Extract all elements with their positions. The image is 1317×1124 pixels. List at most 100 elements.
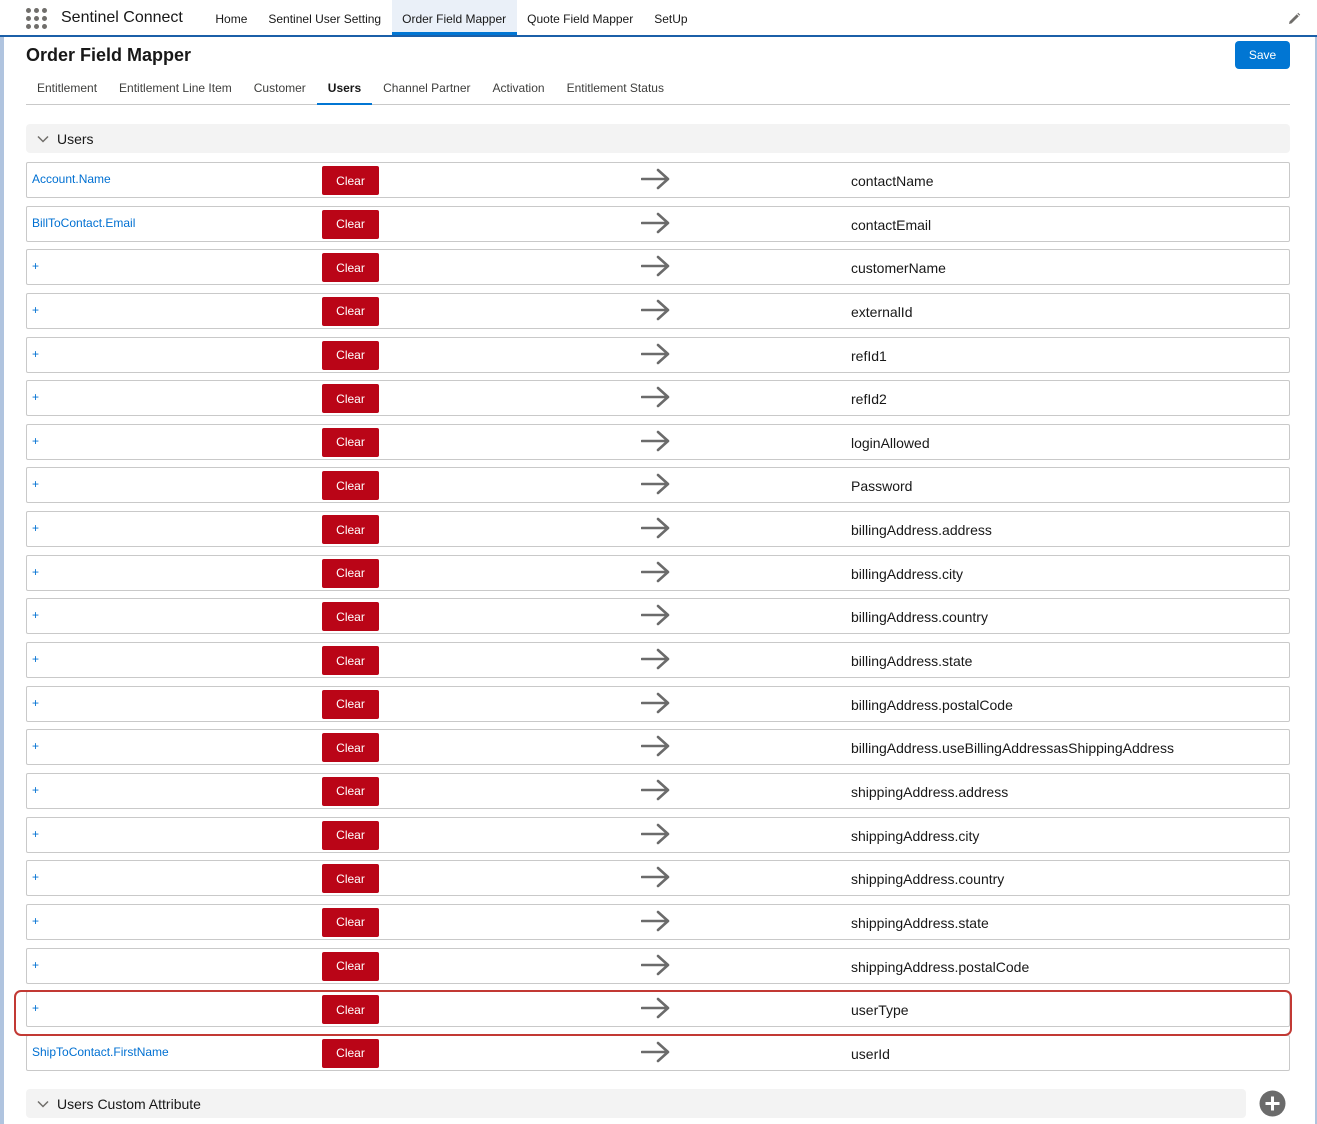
- clear-button[interactable]: Clear: [322, 864, 379, 894]
- source-field-link[interactable]: +: [32, 477, 39, 491]
- clear-button[interactable]: Clear: [322, 558, 379, 588]
- arrow-right-icon: [641, 212, 670, 233]
- arrow-right-icon: [641, 517, 670, 539]
- app-name: Sentinel Connect: [61, 9, 183, 26]
- source-field-link[interactable]: +: [32, 390, 39, 404]
- source-field-link[interactable]: +: [32, 608, 39, 622]
- nav-item-quote-field-mapper[interactable]: Quote Field Mapper: [517, 0, 644, 35]
- nav-item-order-field-mapper[interactable]: Order Field Mapper: [391, 0, 517, 35]
- mapping-row: + Clear shippingAddress.address: [26, 772, 1290, 809]
- clear-button[interactable]: Clear: [322, 820, 379, 850]
- mapping-row: + Clear externalId: [26, 292, 1290, 329]
- mapping-row: + Clear shippingAddress.country: [26, 860, 1290, 897]
- arrow-right-icon: [641, 648, 670, 670]
- arrow-right-icon: [641, 605, 670, 626]
- source-field-link[interactable]: +: [32, 259, 39, 273]
- target-field-label: refId2: [851, 391, 887, 408]
- top-navigation-bar: Sentinel Connect Home Sentinel User Sett…: [0, 0, 1317, 37]
- save-button[interactable]: Save: [1235, 41, 1290, 69]
- app-launcher-icon[interactable]: [26, 8, 47, 29]
- source-field-link[interactable]: +: [32, 521, 39, 535]
- target-field-label: userId: [851, 1045, 890, 1062]
- mapping-row: + Clear billingAddress.state: [26, 642, 1290, 679]
- source-field-link[interactable]: +: [32, 739, 39, 753]
- arrow-right-icon: [641, 866, 670, 888]
- clear-button[interactable]: Clear: [322, 689, 379, 719]
- target-field-label: billingAddress.state: [851, 653, 973, 670]
- clear-button[interactable]: Clear: [322, 427, 379, 457]
- edit-pencil-icon[interactable]: [1287, 12, 1301, 26]
- source-field-link[interactable]: ShipToContact.FirstName: [32, 1045, 169, 1059]
- source-field-link[interactable]: +: [32, 696, 39, 710]
- target-field-label: refId1: [851, 347, 887, 364]
- target-field-label: billingAddress.address: [851, 522, 992, 539]
- tab-entitlement-line-item[interactable]: Entitlement Line Item: [108, 74, 243, 105]
- tab-users[interactable]: Users: [316, 74, 373, 105]
- clear-button[interactable]: Clear: [322, 776, 379, 806]
- mapping-row: + Clear shippingAddress.state: [26, 903, 1290, 940]
- source-field-link[interactable]: +: [32, 303, 39, 317]
- mapping-row: ShipToContact.FirstName Clear userId: [26, 1034, 1290, 1071]
- target-field-label: shippingAddress.country: [851, 871, 1005, 888]
- source-field-link[interactable]: +: [32, 652, 39, 666]
- source-field-link[interactable]: +: [32, 783, 39, 797]
- source-field-link[interactable]: BillToContact.Email: [32, 216, 135, 230]
- field-mapping-list: Account.Name Clear contactName BillToContac…: [26, 162, 1290, 1078]
- source-field-link[interactable]: +: [32, 565, 39, 579]
- arrow-right-icon: [641, 255, 670, 277]
- clear-button[interactable]: Clear: [322, 515, 379, 545]
- source-field-link[interactable]: +: [32, 870, 39, 884]
- clear-button[interactable]: Clear: [322, 907, 379, 937]
- target-field-label: loginAllowed: [851, 434, 930, 451]
- mapping-row: + Clear loginAllowed: [26, 423, 1290, 460]
- tab-channel-partner[interactable]: Channel Partner: [372, 74, 481, 105]
- tab-entitlement-status[interactable]: Entitlement Status: [556, 74, 675, 105]
- nav-item-home[interactable]: Home: [205, 0, 258, 35]
- arrow-right-icon: [641, 954, 670, 975]
- target-field-label: externalId: [851, 303, 913, 320]
- arrow-right-icon: [641, 779, 670, 801]
- tab-entitlement[interactable]: Entitlement: [26, 74, 108, 105]
- arrow-right-icon: [641, 474, 670, 495]
- clear-button[interactable]: Clear: [322, 471, 379, 501]
- clear-button[interactable]: Clear: [322, 166, 379, 195]
- clear-button[interactable]: Clear: [322, 209, 379, 239]
- mapping-row: + Clear Password: [26, 467, 1290, 504]
- clear-button[interactable]: Clear: [322, 1038, 379, 1068]
- users-section-header[interactable]: Users: [26, 124, 1290, 153]
- mapping-row: + Clear billingAddress.country: [26, 598, 1290, 635]
- target-field-label: shippingAddress.postalCode: [851, 958, 1030, 975]
- highlighted-row-outline: [14, 990, 1292, 1036]
- target-field-label: billingAddress.useBillingAddressasShippi…: [851, 740, 1174, 757]
- nav-item-sentinel-user-setting[interactable]: Sentinel User Setting: [258, 0, 392, 35]
- source-field-link[interactable]: +: [32, 958, 39, 972]
- clear-button[interactable]: Clear: [322, 296, 379, 326]
- mapping-row: + Clear customerName: [26, 249, 1290, 286]
- clear-button[interactable]: Clear: [322, 646, 379, 676]
- target-field-label: billingAddress.country: [851, 609, 988, 626]
- source-field-link[interactable]: +: [32, 827, 39, 841]
- source-field-link[interactable]: +: [32, 434, 39, 448]
- users-custom-attribute-section-header[interactable]: Users Custom Attribute: [26, 1089, 1246, 1118]
- arrow-right-icon: [641, 430, 670, 452]
- target-field-label: contactName: [851, 173, 934, 189]
- source-field-link[interactable]: Account.Name: [32, 172, 111, 186]
- source-field-link[interactable]: +: [32, 347, 39, 361]
- clear-button[interactable]: Clear: [322, 384, 379, 414]
- clear-button[interactable]: Clear: [322, 951, 379, 981]
- target-field-label: shippingAddress.city: [851, 827, 980, 844]
- clear-button[interactable]: Clear: [322, 733, 379, 763]
- target-field-label: billingAddress.city: [851, 565, 964, 582]
- clear-button[interactable]: Clear: [322, 340, 379, 370]
- clear-button[interactable]: Clear: [322, 602, 379, 632]
- tab-activation[interactable]: Activation: [482, 74, 556, 105]
- arrow-right-icon: [641, 823, 670, 844]
- tab-customer[interactable]: Customer: [243, 74, 317, 105]
- object-tabs: Entitlement Entitlement Line Item Custom…: [26, 74, 1290, 105]
- arrow-right-icon: [641, 343, 670, 364]
- clear-button[interactable]: Clear: [322, 253, 379, 283]
- source-field-link[interactable]: +: [32, 914, 39, 928]
- arrow-right-icon: [641, 299, 670, 321]
- add-circle-icon[interactable]: [1259, 1090, 1286, 1117]
- nav-item-setup[interactable]: SetUp: [644, 0, 698, 35]
